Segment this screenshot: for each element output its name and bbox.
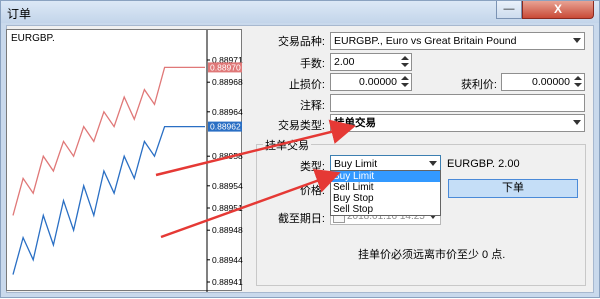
price-tick-label: 0.88968: [212, 77, 243, 87]
chart-svg: 0.889710.889680.889640.889580.889540.889…: [12, 30, 243, 292]
spin-up-icon: [401, 56, 409, 60]
price-chart: EURGBP. 0.88971 0.88968 0.88964 0.88958 0.88…: [6, 29, 243, 292]
symbol-select[interactable]: EURGBP., Euro vs Great Britain Pound: [330, 32, 585, 50]
takeprofit-input[interactable]: 0.00000: [501, 73, 585, 91]
spin-down-icon: [401, 83, 409, 87]
ask-price-line: [12, 66, 205, 216]
price-tick-label: 0.88958: [212, 151, 243, 161]
ask-price-tag: 0.88970: [210, 62, 241, 72]
order-dialog: 订单 — X EURGBP. 0.88971 0.88968 0.88964 0.88…: [0, 0, 600, 298]
pending-group-title: 挂单交易: [263, 137, 311, 153]
minimize-button[interactable]: —: [496, 1, 522, 19]
spin-down-icon: [574, 83, 582, 87]
window-title: 订单: [7, 7, 32, 21]
stoploss-value: 0.00000: [359, 76, 397, 88]
pending-type-value: Buy Limit: [334, 158, 378, 170]
bid-price-tag: 0.88962: [210, 122, 241, 132]
bid-price-line: [12, 125, 205, 275]
chevron-down-icon: [429, 161, 437, 166]
price-tick-label: 0.88941: [212, 277, 243, 287]
pending-note: 挂单价必须远离市价至少 0 点.: [358, 249, 506, 261]
price-label: 价格:: [299, 185, 325, 197]
stoploss-label: 止损价:: [288, 79, 325, 91]
stoploss-spin-buttons[interactable]: [400, 75, 410, 89]
takeprofit-value: 0.00000: [532, 76, 570, 88]
takeprofit-label: 获利价:: [460, 79, 497, 91]
option-sell-stop[interactable]: Sell Stop: [331, 204, 440, 215]
expiry-label: 截至期日:: [277, 213, 325, 225]
volume-input[interactable]: 2.00: [330, 53, 412, 71]
price-tick-label: 0.88951: [212, 203, 243, 213]
spin-up-icon: [574, 76, 582, 80]
stoploss-input[interactable]: 0.00000: [330, 73, 412, 91]
order-type-label: 交易类型:: [277, 120, 325, 132]
price-tick-label: 0.88948: [212, 225, 243, 235]
price-tick-label: 0.88944: [212, 255, 243, 265]
option-buy-stop[interactable]: Buy Stop: [331, 193, 440, 204]
order-type-select[interactable]: 挂单交易: [330, 114, 585, 132]
comment-input[interactable]: [330, 94, 585, 112]
volume-spin-buttons[interactable]: [400, 55, 410, 69]
spin-down-icon: [401, 63, 409, 67]
chevron-down-icon: [573, 120, 581, 125]
option-sell-limit[interactable]: Sell Limit: [331, 182, 440, 193]
spin-up-icon: [401, 76, 409, 80]
close-button[interactable]: X: [522, 1, 594, 19]
price-tick-label: 0.88954: [212, 181, 243, 191]
pending-type-label: 类型:: [299, 161, 325, 173]
volume-label: 手数:: [299, 58, 325, 70]
symbol-select-value: EURGBP., Euro vs Great Britain Pound: [334, 35, 517, 47]
takeprofit-spin-buttons[interactable]: [573, 75, 583, 89]
place-order-button[interactable]: 下单: [448, 179, 578, 198]
pending-type-options: Buy Limit Sell Limit Buy Stop Sell Stop: [330, 170, 441, 216]
symbol-label: 交易品种:: [277, 36, 325, 48]
order-type-value: 挂单交易: [334, 117, 376, 129]
comment-label: 注释:: [299, 100, 325, 112]
option-buy-limit[interactable]: Buy Limit: [331, 171, 440, 182]
price-tick-label: 0.88964: [212, 107, 243, 117]
chevron-down-icon: [573, 38, 581, 43]
pending-symbol-info: EURGBP. 2.00: [447, 158, 520, 170]
title-bar: 订单 — X: [1, 1, 599, 23]
volume-value: 2.00: [334, 56, 355, 68]
